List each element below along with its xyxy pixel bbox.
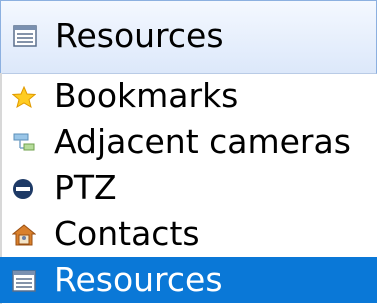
menu-item-adjacent-cameras[interactable]: Adjacent cameras: [0, 119, 377, 165]
combobox-selected-label: Resources: [55, 16, 224, 55]
menu-item-ptz[interactable]: PTZ: [0, 165, 377, 211]
menu-item-contacts[interactable]: Contacts: [0, 211, 377, 257]
menu-item-label: Resources: [54, 260, 223, 299]
resources-icon: [13, 25, 37, 47]
menu-item-label: PTZ: [54, 168, 117, 207]
menu-item-label: Adjacent cameras: [54, 122, 351, 161]
star-icon: [12, 86, 36, 108]
resources-icon: [12, 270, 36, 292]
menu-item-label: Bookmarks: [54, 76, 239, 115]
view-selector-combobox[interactable]: Resources: [0, 0, 377, 74]
menu-item-bookmarks[interactable]: Bookmarks: [0, 73, 377, 119]
contacts-icon: [12, 224, 36, 246]
view-dropdown-list: Bookmarks Adjacent cameras PTZ Contacts: [0, 73, 377, 304]
menu-item-label: Contacts: [54, 214, 200, 253]
adjacent-cameras-icon: [13, 133, 35, 151]
ptz-icon: [13, 179, 33, 199]
menu-item-resources[interactable]: Resources: [0, 257, 377, 303]
